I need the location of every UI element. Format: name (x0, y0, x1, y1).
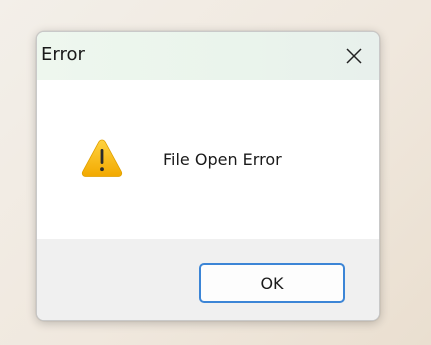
dialog-title: Error (41, 44, 85, 65)
ok-button[interactable]: OK (199, 263, 345, 303)
error-message: File Open Error (163, 150, 282, 169)
close-button[interactable] (337, 40, 371, 72)
warning-icon (81, 139, 123, 177)
error-dialog: Error File Open Error OK (36, 31, 380, 321)
dialog-body: File Open Error (37, 80, 379, 239)
dialog-footer: OK (37, 239, 379, 320)
close-icon (346, 48, 362, 64)
title-bar[interactable]: Error (37, 32, 379, 80)
